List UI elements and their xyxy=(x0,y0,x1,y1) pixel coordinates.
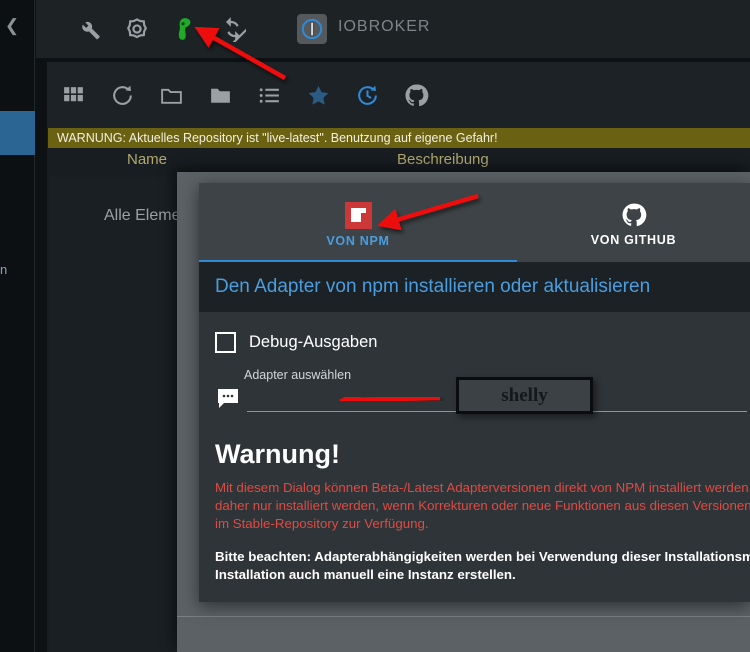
tab-von-github-label: VON GITHUB xyxy=(590,233,677,247)
list-view-icon[interactable] xyxy=(257,83,282,108)
debug-output-label: Debug-Ausgaben xyxy=(249,333,378,351)
sync-disabled-icon[interactable] xyxy=(220,16,246,42)
warning-white-text: Bitte beachten: Adapterabhängigkeiten we… xyxy=(215,548,750,584)
green-bug-icon[interactable] xyxy=(172,16,198,42)
gear-icon[interactable] xyxy=(124,16,150,42)
chevron-left-icon[interactable]: ❮ xyxy=(0,14,24,38)
sidebar-partial-label: n xyxy=(0,262,8,277)
warning-red-line-3: im Stable-Repository zur Verfügung. xyxy=(215,516,429,531)
dialog-tabs: VON NPM VON GITHUB xyxy=(199,183,750,262)
chat-bubble-icon xyxy=(216,388,240,410)
left-sidebar: ❮ n xyxy=(0,0,35,652)
shelly-callout-box: shelly xyxy=(456,377,593,414)
github-icon[interactable] xyxy=(404,83,429,108)
tab-von-npm[interactable]: VON NPM xyxy=(199,183,517,262)
grid-view-icon[interactable] xyxy=(61,83,86,108)
iobroker-logo-icon xyxy=(297,14,327,44)
npm-logo-icon xyxy=(344,201,372,229)
warning-heading: Warnung! xyxy=(215,439,340,469)
dialog-title: Den Adapter von npm installieren oder ak… xyxy=(199,262,750,312)
update-history-icon[interactable] xyxy=(355,83,380,108)
tab-von-github[interactable]: VON GITHUB xyxy=(517,183,750,262)
checkbox-box[interactable] xyxy=(215,332,236,353)
folder-open-icon[interactable] xyxy=(159,83,184,108)
tab-von-npm-label: VON NPM xyxy=(326,233,390,248)
warning-white-line-2: Installation auch manuell eine Instanz e… xyxy=(215,567,516,582)
shelly-callout-label: shelly xyxy=(501,384,548,406)
tab-active-indicator xyxy=(199,260,517,262)
column-header-description: Beschreibung xyxy=(397,151,489,168)
repo-warning-bar: WARNUNG: Aktuelles Repository ist "live-… xyxy=(48,128,750,148)
warning-red-line-1: Mit diesem Dialog können Beta-/Latest Ad… xyxy=(215,480,750,495)
refresh-icon[interactable] xyxy=(110,83,135,108)
warning-red-text: Mit diesem Dialog können Beta-/Latest Ad… xyxy=(215,479,750,533)
modal-backdrop-divider xyxy=(177,616,750,617)
debug-output-checkbox[interactable]: Debug-Ausgaben xyxy=(215,332,377,353)
adapters-toolbar xyxy=(47,62,750,128)
brand-title: IOBROKER xyxy=(338,18,431,35)
column-header-name: Name xyxy=(127,151,168,168)
warning-white-line-1: Bitte beachten: Adapterabhängigkeiten we… xyxy=(215,549,750,564)
folder-closed-icon[interactable] xyxy=(208,83,233,108)
sidebar-item-selected[interactable] xyxy=(0,111,35,155)
app-root: ❮ n IOBROKER WARNUNG: Aktuelles Reposito… xyxy=(0,0,750,652)
github-icon xyxy=(622,203,646,227)
app-bar: IOBROKER xyxy=(36,0,750,58)
dialog-body: Debug-Ausgaben Adapter auswählen Warnung… xyxy=(199,312,750,602)
app-bar-icon-group xyxy=(76,0,246,58)
wrench-icon[interactable] xyxy=(76,16,102,42)
warning-red-line-2: daher nur installiert werden, wenn Korre… xyxy=(215,498,750,513)
star-icon[interactable] xyxy=(306,83,331,108)
adapter-field-caption: Adapter auswählen xyxy=(244,368,352,382)
